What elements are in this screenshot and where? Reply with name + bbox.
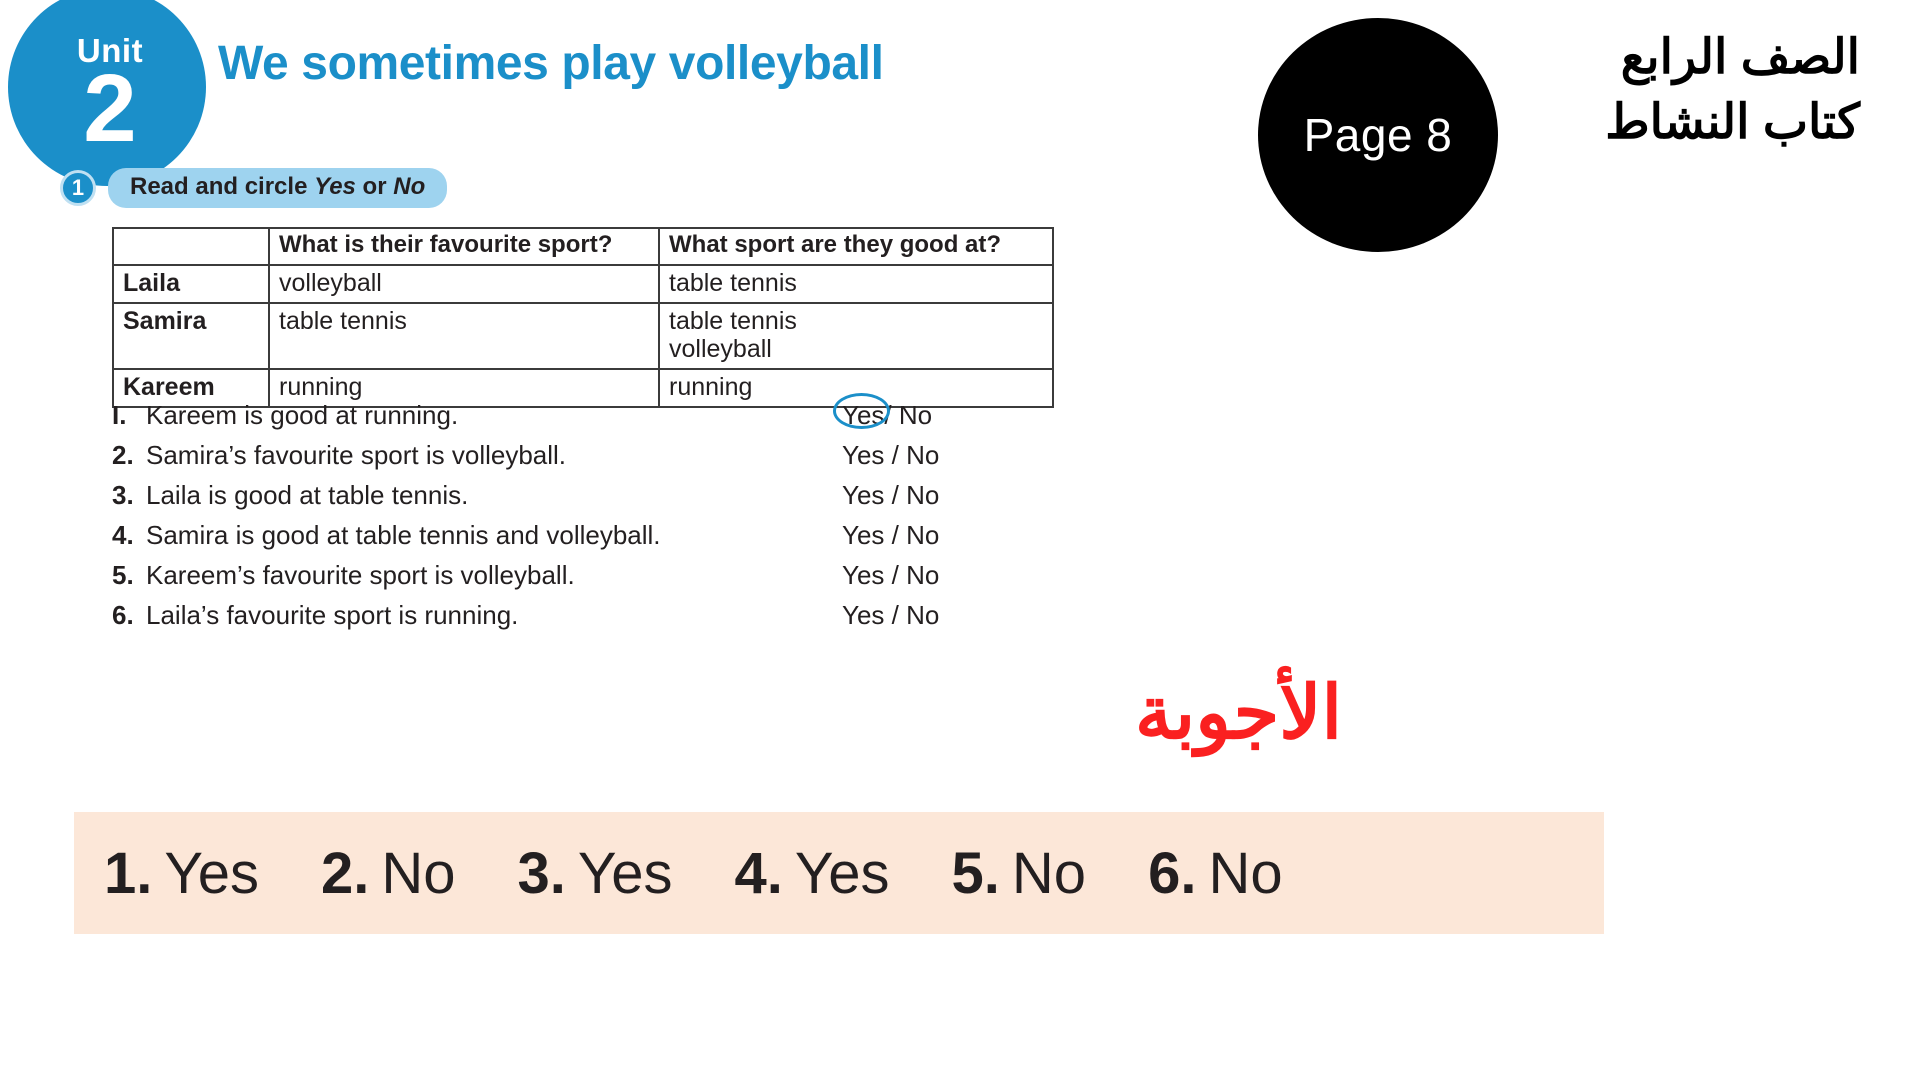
instruction-prefix: Read and circle — [130, 173, 315, 200]
question-item: 6. Laila’s favourite sport is running. Y… — [112, 600, 992, 640]
exercise-header: 1 Read and circle Yes or No — [60, 168, 448, 208]
question-item: 3. Laila is good at table tennis. Yes / … — [112, 480, 992, 520]
arabic-metadata: الصف الرابع كتاب النشاط — [1605, 26, 1860, 156]
table-body: Laila volleyball table tennis Samira tab… — [112, 263, 1054, 408]
answer-item: 5. No — [952, 840, 1087, 907]
answer-choice-yes-no[interactable]: Yes / No — [836, 560, 992, 591]
answer-choice-yes-no[interactable]: Yes / No — [836, 520, 992, 551]
choice-separator: / — [891, 560, 899, 590]
answer-item: 3. Yes — [518, 840, 673, 907]
choice-no[interactable]: No — [899, 400, 932, 430]
choice-no[interactable]: No — [906, 520, 939, 550]
answer-choice-yes-no[interactable]: Yes / No — [836, 600, 992, 631]
question-text: Kareem’s favourite sport is volleyball. — [146, 560, 575, 590]
answer-value: No — [1208, 840, 1283, 906]
answer-number: 2. — [321, 840, 370, 906]
answer-value: Yes — [794, 840, 890, 906]
book-label: كتاب النشاط — [1605, 95, 1860, 149]
question-item: 4. Samira is good at table tennis and vo… — [112, 520, 992, 560]
answers-bar: 1. Yes 2. No 3. Yes 4. Yes 5. No 6. No — [74, 812, 1604, 934]
answer-value: No — [1011, 840, 1087, 906]
question-text: Samira’s favourite sport is volleyball. — [146, 440, 567, 470]
unit-badge-number: 2 — [83, 54, 137, 162]
question-item: 5. Kareem’s favourite sport is volleybal… — [112, 560, 992, 600]
table-header-blank — [112, 227, 270, 266]
exercise-number-badge: 1 — [60, 170, 96, 206]
answer-number: 3. — [517, 840, 566, 906]
choice-yes[interactable]: Yes — [842, 480, 884, 510]
instruction-yes: Yes — [314, 173, 356, 200]
choice-yes[interactable]: Yes — [842, 600, 884, 630]
table-header-row: What is their favourite sport? What spor… — [112, 227, 1054, 266]
choice-separator: / — [891, 520, 899, 550]
choice-no[interactable]: No — [906, 480, 939, 510]
question-text: Laila is good at table tennis. — [146, 480, 469, 510]
survey-table: What is their favourite sport? What spor… — [112, 227, 1054, 408]
questions-list: I. Kareem is good at running. Yes/ No 2.… — [112, 400, 992, 640]
grade-label: الصف الرابع — [1620, 31, 1860, 84]
answer-number: 6. — [1148, 840, 1197, 906]
choice-yes[interactable]: Yes — [842, 440, 884, 470]
table-header-favourite: What is their favourite sport? — [268, 227, 660, 266]
question-number: 3. — [112, 480, 134, 510]
answer-choice-yes-no[interactable]: Yes / No — [836, 440, 992, 471]
instruction-no: No — [393, 173, 426, 200]
choice-separator: / — [891, 480, 899, 510]
question-text: Samira is good at table tennis and volle… — [146, 520, 661, 550]
choice-no[interactable]: No — [906, 560, 939, 590]
unit-badge: Unit 2 — [8, 0, 206, 186]
choice-yes[interactable]: Yes — [842, 400, 884, 430]
question-number: 2. — [112, 440, 134, 470]
table-header-goodat: What sport are they good at? — [658, 227, 1054, 266]
row-goodat: table tennis volleyball — [658, 301, 1054, 370]
answer-item: 4. Yes — [735, 840, 890, 907]
question-number: 6. — [112, 600, 134, 630]
answer-item: 1. Yes — [104, 840, 259, 907]
row-name: Laila — [112, 263, 270, 304]
table-row: Laila volleyball table tennis — [112, 263, 1054, 304]
choice-no[interactable]: No — [906, 440, 939, 470]
choice-yes[interactable]: Yes — [842, 560, 884, 590]
answer-item: 2. No — [321, 840, 456, 907]
question-text: Kareem is good at running. — [146, 400, 459, 430]
answer-value: Yes — [577, 840, 673, 906]
choice-yes[interactable]: Yes — [842, 520, 884, 550]
row-favourite: table tennis — [268, 301, 660, 370]
row-goodat: table tennis — [658, 263, 1054, 304]
choice-separator: / — [891, 440, 899, 470]
question-number: 5. — [112, 560, 134, 590]
page-title: We sometimes play volleyball — [218, 37, 884, 90]
answer-choice-yes-no[interactable]: Yes/ No — [836, 400, 992, 431]
question-text: Laila’s favourite sport is running. — [146, 600, 519, 630]
page-number-label: Page 8 — [1303, 109, 1453, 161]
answer-number: 5. — [951, 840, 1000, 906]
page-number-badge: Page 8 — [1258, 18, 1498, 252]
question-number: I. — [112, 400, 127, 430]
answer-item: 6. No — [1148, 840, 1283, 907]
choice-no[interactable]: No — [906, 600, 939, 630]
question-number: 4. — [112, 520, 134, 550]
table-head: What is their favourite sport? What spor… — [112, 227, 1054, 266]
choice-separator: / — [891, 600, 899, 630]
instruction-middle: or — [355, 173, 394, 200]
row-favourite: volleyball — [268, 263, 660, 304]
row-name: Samira — [112, 301, 270, 370]
question-item: 2. Samira’s favourite sport is volleybal… — [112, 440, 992, 480]
answers-heading: الأجوبة — [1135, 671, 1343, 754]
answer-number: 4. — [734, 840, 783, 906]
answer-choice-yes-no[interactable]: Yes / No — [836, 480, 992, 511]
question-item: I. Kareem is good at running. Yes/ No — [112, 400, 992, 440]
table-row: Samira table tennis table tennis volleyba… — [112, 301, 1054, 370]
answer-number: 1. — [104, 840, 153, 906]
answer-value: Yes — [164, 840, 259, 906]
exercise-instruction: Read and circle Yes or No — [108, 168, 448, 208]
answer-value: No — [381, 840, 456, 906]
